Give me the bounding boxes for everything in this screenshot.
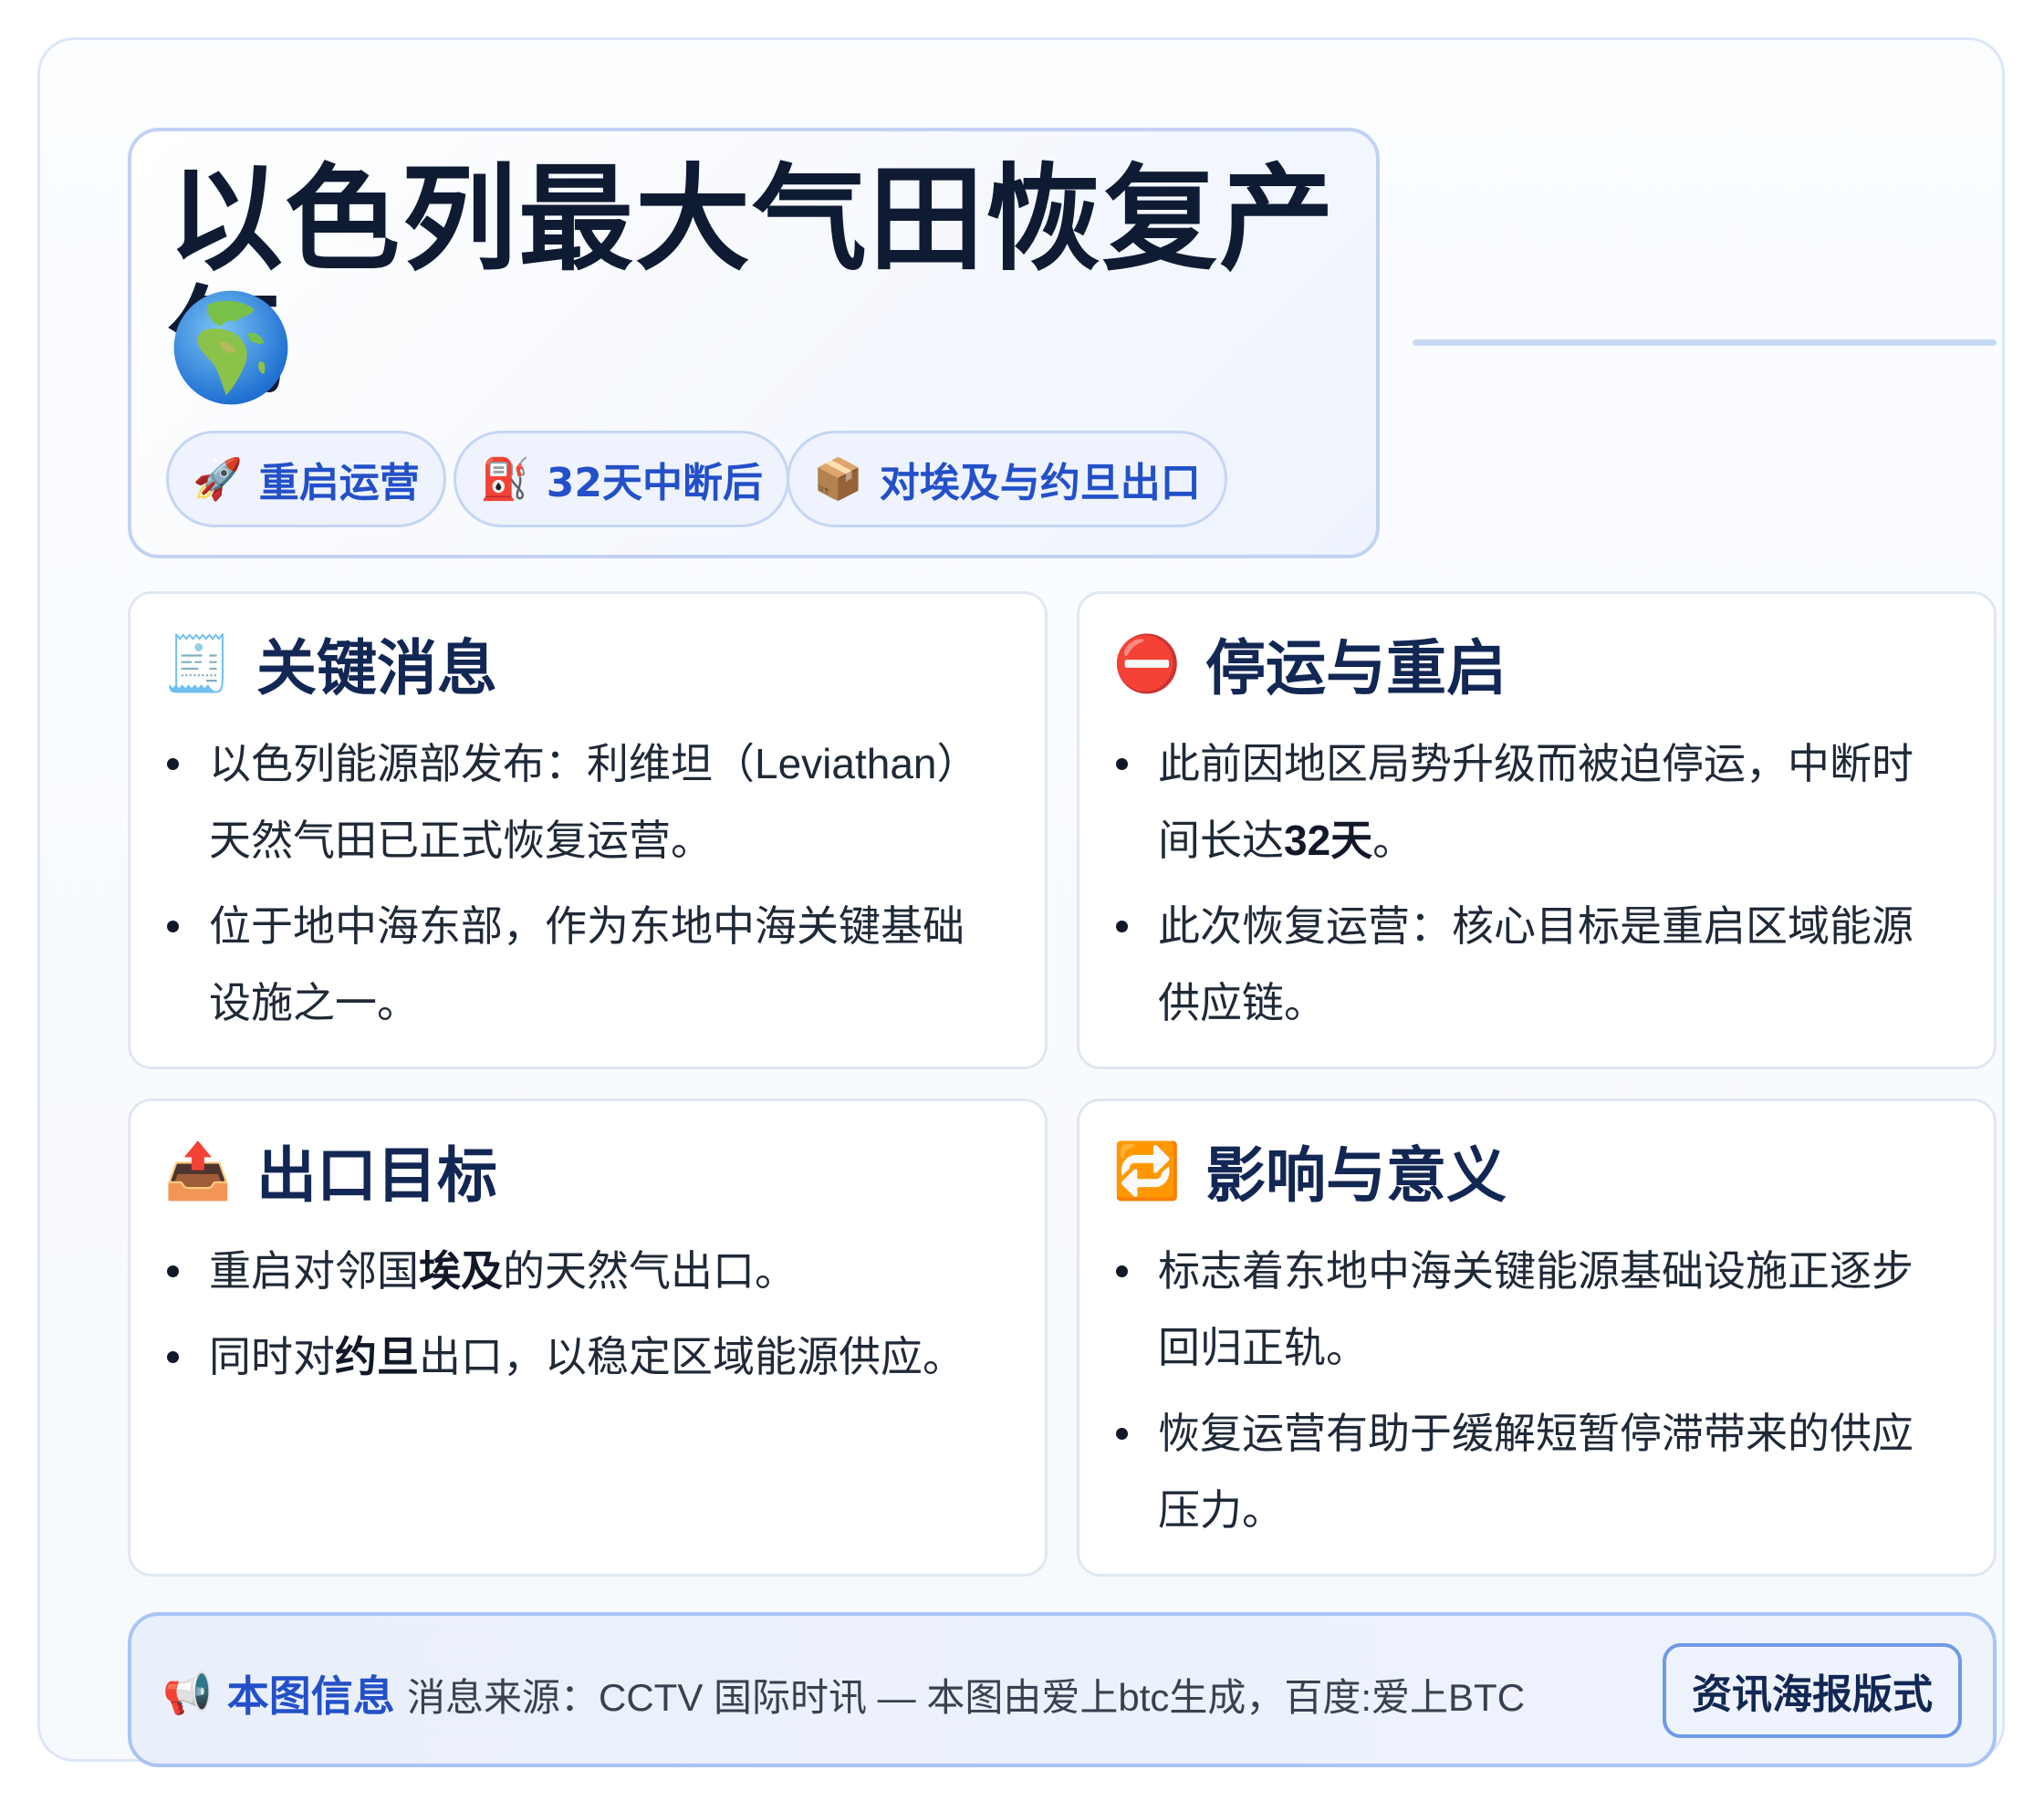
poster-format-button[interactable]: 资讯海报版式 [1663, 1643, 1962, 1738]
card-title-label: 影响与意义 [1205, 1140, 1507, 1211]
list-item: 同时对约旦出口，以稳定区域能源供应。 [162, 1318, 997, 1395]
card-title: ⛔ 停运与重启 [1112, 619, 1507, 707]
title-panel: 以色列最大气田恢复产气 🚀 重启运营 ⛽ 32天中断后 [128, 128, 1380, 558]
card-title: 🔁 影响与意义 [1112, 1127, 1507, 1214]
list-item: 此次恢复运营：核心目标是重启区域能源供应链。 [1111, 888, 1946, 1041]
bullet-list: 标志着东地中海关键能源基础设施正逐步回归正轨。 恢复运营有助于缓解短暂停滞带来的… [1111, 1233, 1946, 1557]
tag-label: 重启运营 [258, 460, 420, 506]
card-impact: 🔁 影响与意义 标志着东地中海关键能源基础设施正逐步回归正轨。 恢复运营有助于缓… [1077, 1098, 1997, 1577]
news-poster: 以色列最大气田恢复产气 🚀 重启运营 ⛽ 32天中断后 [37, 37, 2005, 1767]
card-title-label: 停运与重启 [1205, 633, 1507, 703]
list-item: 恢复运营有助于缓解短暂停滞带来的供应压力。 [1111, 1395, 1946, 1548]
card-export-targets: 📤 出口目标 重启对邻国埃及的天然气出口。 同时对约旦出口，以稳定区域能源供应。 [128, 1098, 1048, 1577]
list-item: 此前因地区局势升级而被迫停运，中断时间长达32天。 [1111, 725, 1946, 879]
repeat-icon: 🔁 [1112, 1139, 1182, 1203]
card-title: 📤 出口目标 [163, 1127, 497, 1214]
source-credit: 消息来源：CCTV 国际时讯 — 本图由爱上btc生成，百度:爱上BTC [407, 1676, 1526, 1719]
card-shutdown-restart: ⛔ 停运与重启 此前因地区局势升级而被迫停运，中断时间长达32天。 此次恢复运营… [1077, 591, 1997, 1069]
package-icon: 📦 [813, 456, 863, 503]
list-item: 位于地中海东部，作为东地中海关键基础设施之一。 [162, 888, 997, 1041]
list-item: 以色列能源部发布：利维坦（Leviathan）天然气田已正式恢复运营。 [162, 725, 997, 879]
bullet-list: 重启对邻国埃及的天然气出口。 同时对约旦出口，以稳定区域能源供应。 [162, 1233, 997, 1404]
list-item: 重启对邻国埃及的天然气出口。 [162, 1233, 997, 1309]
tag-label: 32天中断后 [546, 460, 764, 506]
bullet-list: 以色列能源部发布：利维坦（Leviathan）天然气田已正式恢复运营。 位于地中… [162, 725, 997, 1050]
tag-label: 对埃及与约旦出口 [879, 460, 1201, 506]
footer-label: 📢 本图信息 [162, 1671, 395, 1721]
tag-restart: 🚀 重启运营 [166, 431, 446, 527]
list-item: 标志着东地中海关键能源基础设施正逐步回归正轨。 [1111, 1233, 1946, 1386]
tag-interruption: ⛽ 32天中断后 [454, 431, 790, 527]
card-title-label: 出口目标 [256, 1140, 497, 1211]
card-title-label: 关键消息 [256, 633, 497, 703]
megaphone-icon: 📢 [162, 1671, 213, 1717]
card-title: 🧾 关键消息 [163, 619, 497, 707]
no-entry-icon: ⛔ [1112, 631, 1182, 696]
page-title: 以色列最大气田恢复产气 [168, 152, 1336, 403]
receipt-icon: 🧾 [163, 631, 233, 696]
card-key-news: 🧾 关键消息 以色列能源部发布：利维坦（Leviathan）天然气田已正式恢复运… [128, 591, 1048, 1069]
decorative-divider [1413, 339, 1997, 346]
rocket-icon: 🚀 [193, 456, 243, 503]
globe-icon [173, 290, 288, 405]
tag-export: 📦 对埃及与约旦出口 [787, 431, 1227, 527]
footer-info-bar: 📢 本图信息 消息来源：CCTV 国际时讯 — 本图由爱上btc生成，百度:爱上… [128, 1612, 1997, 1767]
fuel-pump-icon: ⛽ [480, 456, 530, 503]
bullet-list: 此前因地区局势升级而被迫停运，中断时间长达32天。 此次恢复运营：核心目标是重启… [1111, 725, 1946, 1050]
outbox-tray-icon: 📤 [163, 1139, 233, 1203]
